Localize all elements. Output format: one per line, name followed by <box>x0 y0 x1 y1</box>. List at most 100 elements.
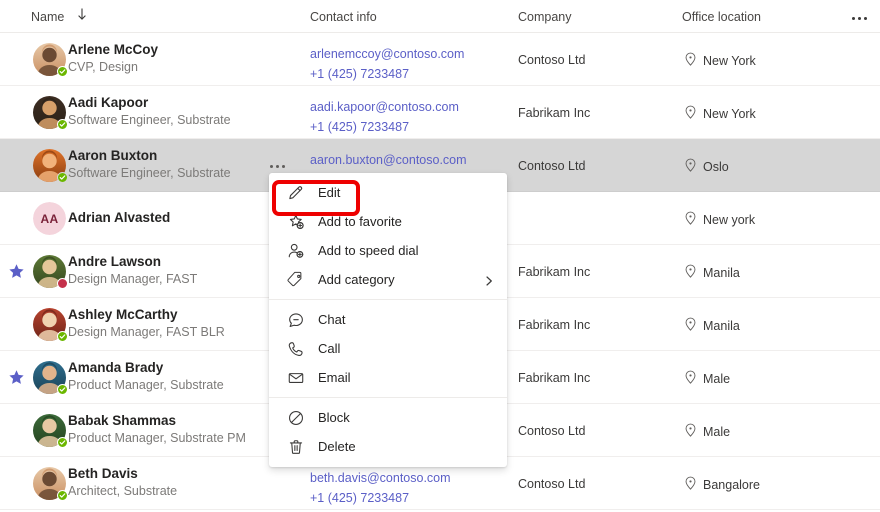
contact-name-block: Beth Davis Architect, Substrate <box>68 465 177 500</box>
trash-icon <box>286 437 305 456</box>
table-row[interactable]: Arlene McCoy CVP, Design arlenemccoy@con… <box>0 33 880 86</box>
location-pin-icon <box>684 476 697 493</box>
contact-title: Software Engineer, Substrate <box>68 166 231 180</box>
tag-icon <box>286 270 305 289</box>
office-location-cell: Oslo <box>684 158 729 175</box>
column-header-name[interactable]: Name <box>31 10 64 24</box>
presence-badge-available <box>57 384 68 395</box>
contact-info-cell: arlenemccoy@contoso.com +1 (425) 7233487 <box>310 44 464 84</box>
phone-icon <box>286 339 305 358</box>
menu-item-add-to-favorite[interactable]: Add to favorite <box>269 207 507 236</box>
company-cell: Fabrikam Inc <box>518 318 591 332</box>
contact-name: Babak Shammas <box>68 413 177 428</box>
company-cell: Contoso Ltd <box>518 424 586 438</box>
row-overflow-menu-button[interactable] <box>270 161 290 171</box>
star-add-icon <box>286 212 305 231</box>
menu-item-email[interactable]: Email <box>269 363 507 392</box>
contact-title: Product Manager, Substrate <box>68 378 224 392</box>
favorite-star-icon[interactable] <box>8 369 25 386</box>
contact-name: Adrian Alvasted <box>68 210 171 225</box>
menu-item-label: Edit <box>318 185 341 200</box>
contact-name: Aaron Buxton <box>68 148 158 163</box>
menu-item-block[interactable]: Block <box>269 403 507 432</box>
office-location-cell: Male <box>684 423 730 440</box>
contact-email-link[interactable]: aadi.kapoor@contoso.com <box>310 97 459 117</box>
menu-item-add-to-speed-dial[interactable]: Add to speed dial <box>269 236 507 265</box>
column-header-contact-info[interactable]: Contact info <box>310 10 377 24</box>
office-location-text: Male <box>703 424 731 439</box>
menu-item-chat[interactable]: Chat <box>269 305 507 334</box>
location-pin-icon <box>684 317 697 334</box>
menu-item-call[interactable]: Call <box>269 334 507 363</box>
contact-email-link[interactable]: aaron.buxton@contoso.com <box>310 150 467 170</box>
column-header-office-location[interactable]: Office location <box>682 10 761 24</box>
company-cell: Contoso Ltd <box>518 159 586 173</box>
office-location-text: Male <box>703 371 731 386</box>
contact-info-cell: aadi.kapoor@contoso.com +1 (425) 7233487 <box>310 97 459 137</box>
office-location-cell: New york <box>684 211 755 228</box>
office-location-text: Manila <box>703 265 740 280</box>
location-pin-icon <box>684 52 697 69</box>
company-cell: Contoso Ltd <box>518 53 586 67</box>
column-header-company[interactable]: Company <box>518 10 572 24</box>
menu-item-label: Add to speed dial <box>318 243 419 258</box>
contact-name-block: Adrian Alvasted <box>68 209 170 227</box>
contact-title: Design Manager, FAST BLR <box>68 325 225 339</box>
menu-item-label: Delete <box>318 439 356 454</box>
contact-title: Software Engineer, Substrate <box>68 113 231 127</box>
presence-badge-available <box>57 172 68 183</box>
more-horizontal-icon[interactable] <box>846 10 872 26</box>
contact-email-link[interactable]: beth.davis@contoso.com <box>310 468 451 488</box>
office-location-cell: New York <box>684 52 756 69</box>
contact-name-block: Aadi Kapoor Software Engineer, Substrate <box>68 94 231 129</box>
contact-name-block: Aaron Buxton Software Engineer, Substrat… <box>68 147 231 182</box>
table-header: Name Contact info Company Office locatio… <box>0 0 880 33</box>
chat-bubble-icon <box>286 310 305 329</box>
menu-item-label: Block <box>318 410 350 425</box>
pencil-icon <box>286 183 305 202</box>
contact-name-block: Ashley McCarthy Design Manager, FAST BLR <box>68 306 225 341</box>
location-pin-icon <box>684 370 697 387</box>
menu-item-delete[interactable]: Delete <box>269 432 507 461</box>
company-cell: Fabrikam Inc <box>518 106 591 120</box>
contact-phone-link[interactable]: +1 (425) 7233487 <box>310 117 459 137</box>
office-location-cell: Bangalore <box>684 476 760 493</box>
favorite-star-icon[interactable] <box>8 263 25 280</box>
menu-item-edit[interactable]: Edit <box>269 178 507 216</box>
contact-name: Arlene McCoy <box>68 42 159 57</box>
chevron-right-icon <box>483 274 495 286</box>
office-location-text: Bangalore <box>703 477 760 492</box>
location-pin-icon <box>684 158 697 175</box>
contact-name: Ashley McCarthy <box>68 307 178 322</box>
context-menu[interactable]: Edit Add to favorite Add to speed dial A… <box>269 173 507 467</box>
contact-title: Architect, Substrate <box>68 484 178 498</box>
contact-email-link[interactable]: arlenemccoy@contoso.com <box>310 44 464 64</box>
office-location-text: Manila <box>703 318 740 333</box>
contact-title: Product Manager, Substrate PM <box>68 431 246 445</box>
menu-separator <box>269 397 507 398</box>
menu-item-label: Chat <box>318 312 346 327</box>
contact-name-block: Amanda Brady Product Manager, Substrate <box>68 359 224 394</box>
menu-item-add-category[interactable]: Add category <box>269 265 507 294</box>
menu-item-label: Add category <box>318 272 395 287</box>
presence-badge-busy <box>57 278 68 289</box>
contact-name-block: Andre Lawson Design Manager, FAST <box>68 253 197 288</box>
company-cell: Contoso Ltd <box>518 477 586 491</box>
office-location-text: New York <box>703 106 756 121</box>
office-location-text: Oslo <box>703 159 729 174</box>
office-location-cell: Manila <box>684 264 740 281</box>
menu-item-label: Call <box>318 341 341 356</box>
sort-down-arrow-icon[interactable] <box>74 6 90 22</box>
location-pin-icon <box>684 423 697 440</box>
contact-phone-link[interactable]: +1 (425) 7233487 <box>310 488 451 508</box>
presence-badge-available <box>57 490 68 501</box>
contact-phone-link[interactable]: +1 (425) 7233487 <box>310 64 464 84</box>
contact-name-block: Arlene McCoy CVP, Design <box>68 41 158 76</box>
presence-badge-available <box>57 119 68 130</box>
table-row[interactable]: Aadi Kapoor Software Engineer, Substrate… <box>0 86 880 139</box>
contact-title: Design Manager, FAST <box>68 272 198 286</box>
envelope-icon <box>286 368 305 387</box>
avatar-initials: AA <box>40 211 59 226</box>
location-pin-icon <box>684 211 697 228</box>
contact-title: CVP, Design <box>68 60 138 74</box>
